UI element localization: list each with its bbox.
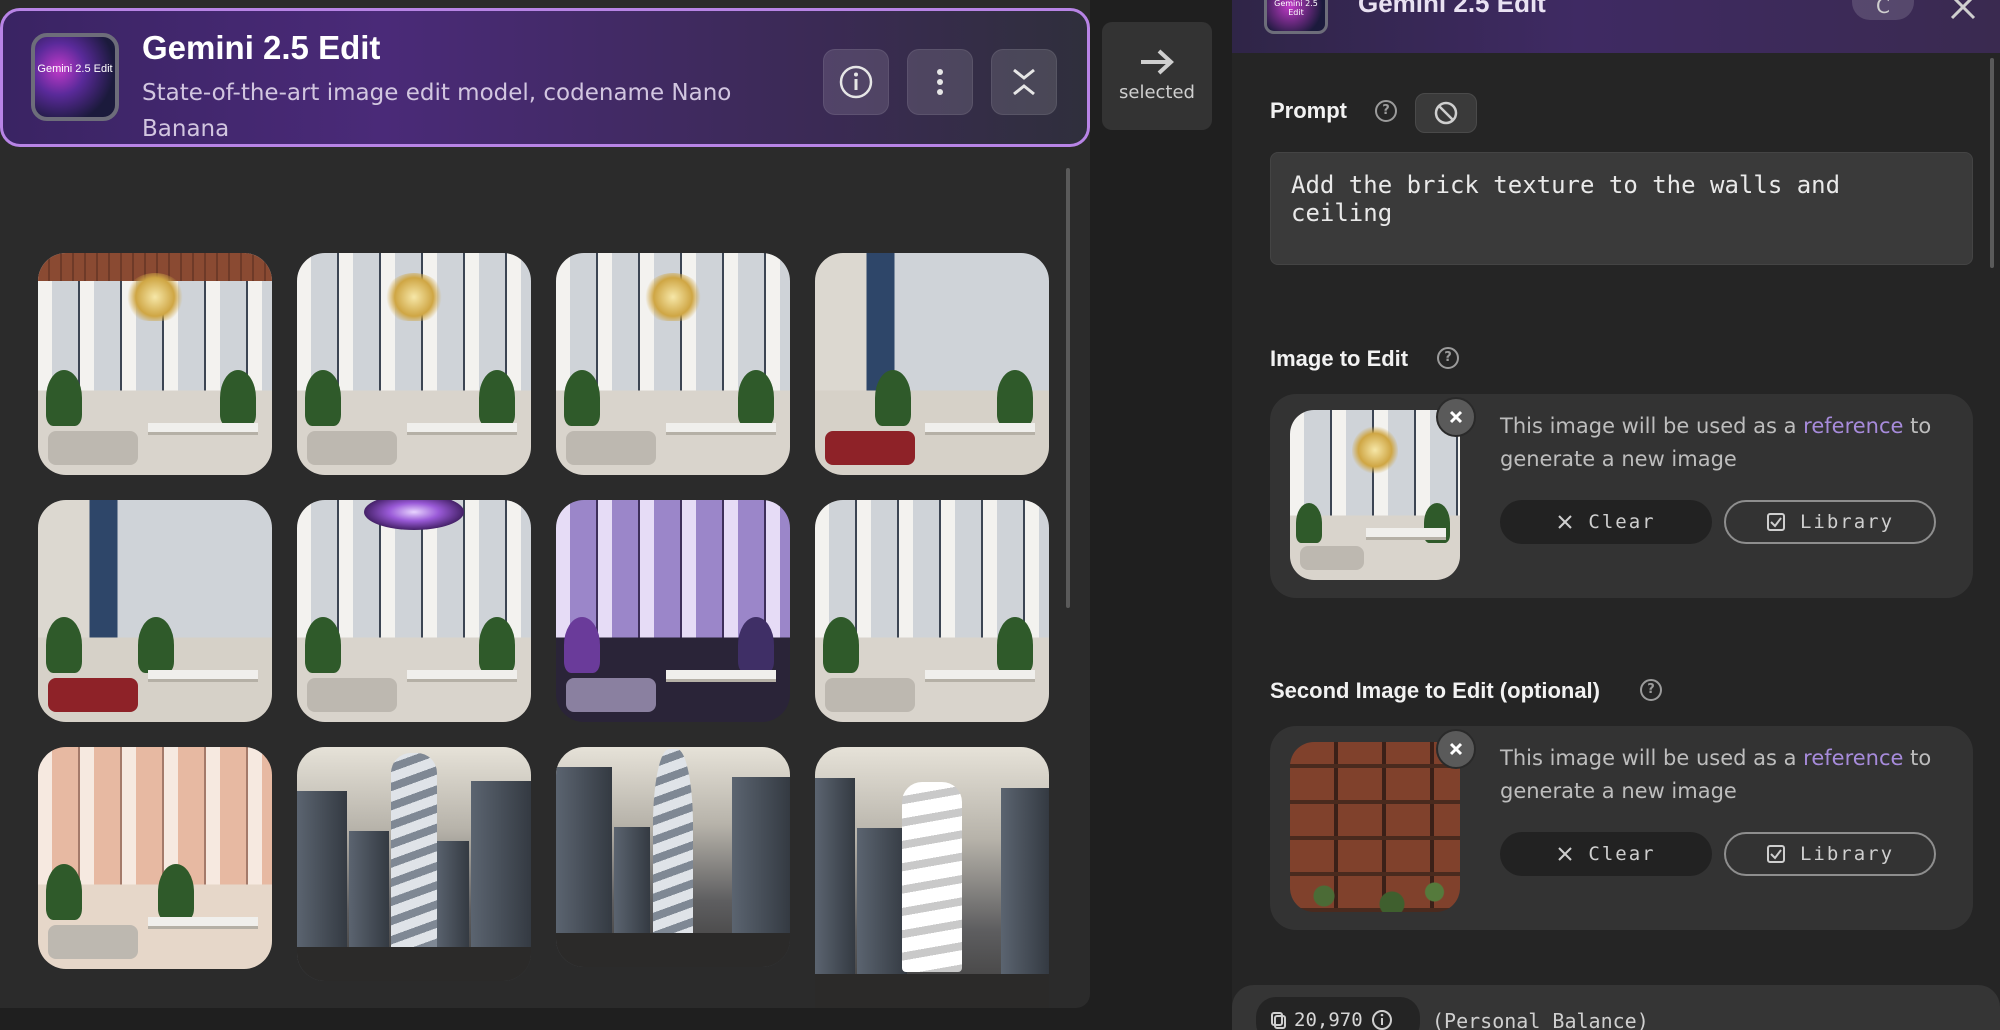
selected-tab-label: selected [1119,82,1195,103]
gallery-image[interactable] [38,747,272,969]
kebab-icon [937,69,943,95]
edit-panel-header: Gemini 2.5 Edit Gemini 2.5 Edit C [1232,0,2000,53]
reference-link[interactable]: reference [1803,414,1903,438]
close-icon[interactable] [1946,0,1980,24]
balance-pill[interactable]: 20,970 [1256,997,1420,1030]
model-logo-text: Gemini 2.5 Edit [37,63,113,75]
close-icon [1449,742,1463,756]
gallery-image[interactable] [815,747,1049,1008]
checkbox-icon [1766,513,1785,531]
edit-panel-scrollbar[interactable] [1990,58,1994,268]
close-icon [1558,515,1573,529]
selected-tab[interactable]: selected [1102,22,1212,130]
edit-panel-logo: Gemini 2.5 Edit [1264,0,1328,34]
collapse-icon [1013,68,1035,96]
prompt-input[interactable]: Add the brick texture to the walls and c… [1270,152,1973,265]
gallery-image[interactable] [556,500,790,722]
close-icon [1558,847,1573,861]
second-library-button[interactable]: Library [1724,832,1936,876]
description-text: This image will be used as a [1500,414,1797,438]
model-subtitle: State-of-the-art image edit model, coden… [142,80,732,142]
app-root: Gemini 2.5 Edit Gemini 2.5 Edit State-of… [0,0,2000,1030]
clear-label: Clear [1588,843,1656,865]
arrow-right-icon [1141,49,1174,75]
clear-second-image-button[interactable]: Clear [1500,832,1712,876]
info-button[interactable] [823,49,889,115]
gallery-image[interactable] [815,500,1049,722]
gallery-image[interactable] [38,500,272,722]
image-to-edit-card: This image will be used as a reference t… [1270,394,1973,598]
second-image-label: Second Image to Edit (optional) [1270,678,1600,703]
gallery-image[interactable] [297,500,531,722]
clear-label: Clear [1588,511,1656,533]
checkbox-icon [1766,845,1785,863]
second-image-description: This image will be used as a reference t… [1500,742,1950,808]
image-to-edit-label: Image to Edit [1270,346,1409,371]
second-image-thumbnail[interactable] [1290,742,1460,912]
gallery-image[interactable] [556,253,790,475]
library-label: Library [1799,843,1895,865]
edit-panel-title: Gemini 2.5 Edit [1358,0,1546,18]
gallery-image[interactable] [815,253,1049,475]
second-image-card: This image will be used as a reference t… [1270,726,1973,930]
remove-second-image-button[interactable] [1436,729,1476,769]
clear-image-button[interactable]: Clear [1500,500,1712,544]
edit-panel-pill-button[interactable]: C [1852,0,1914,20]
info-icon [1371,1010,1392,1030]
image-to-edit-description: This image will be used as a reference t… [1500,410,1950,476]
model-logo: Gemini 2.5 Edit [31,33,119,121]
ban-icon [1434,101,1458,125]
model-header[interactable]: Gemini 2.5 Edit Gemini 2.5 Edit State-of… [0,8,1090,147]
model-panel: Gemini 2.5 Edit Gemini 2.5 Edit State-of… [0,0,1090,1008]
image-to-edit-help-icon[interactable]: ? [1437,347,1459,369]
remove-image-button[interactable] [1436,397,1476,437]
edit-panel-logo-text: Gemini 2.5 Edit [1274,0,1318,17]
clear-prompt-button[interactable] [1415,93,1477,133]
gallery-image[interactable] [556,747,790,967]
credits-icon [1271,1012,1286,1029]
prompt-help-icon[interactable]: ? [1375,100,1397,122]
gallery-image[interactable] [297,253,531,475]
balance-amount: 20,970 [1294,1009,1363,1030]
reference-link[interactable]: reference [1803,746,1903,770]
balance-bar: 20,970 (Personal Balance) [1232,985,2000,1030]
description-text: This image will be used as a [1500,746,1797,770]
prompt-label: Prompt [1270,98,1347,123]
gallery-image[interactable] [297,747,531,981]
info-icon [839,65,873,99]
second-image-help-icon[interactable]: ? [1640,679,1662,701]
model-title: Gemini 2.5 Edit [142,29,381,66]
more-button[interactable] [907,49,973,115]
gallery-image[interactable] [38,253,272,475]
library-button[interactable]: Library [1724,500,1936,544]
close-icon [1449,410,1463,424]
image-to-edit-thumbnail[interactable] [1290,410,1460,580]
edit-panel: Gemini 2.5 Edit Gemini 2.5 Edit C Prompt… [1232,0,2000,1030]
library-label: Library [1799,511,1895,533]
balance-label: (Personal Balance) [1432,1009,1649,1030]
collapse-button[interactable] [991,49,1057,115]
gallery-scrollbar[interactable] [1066,168,1070,608]
